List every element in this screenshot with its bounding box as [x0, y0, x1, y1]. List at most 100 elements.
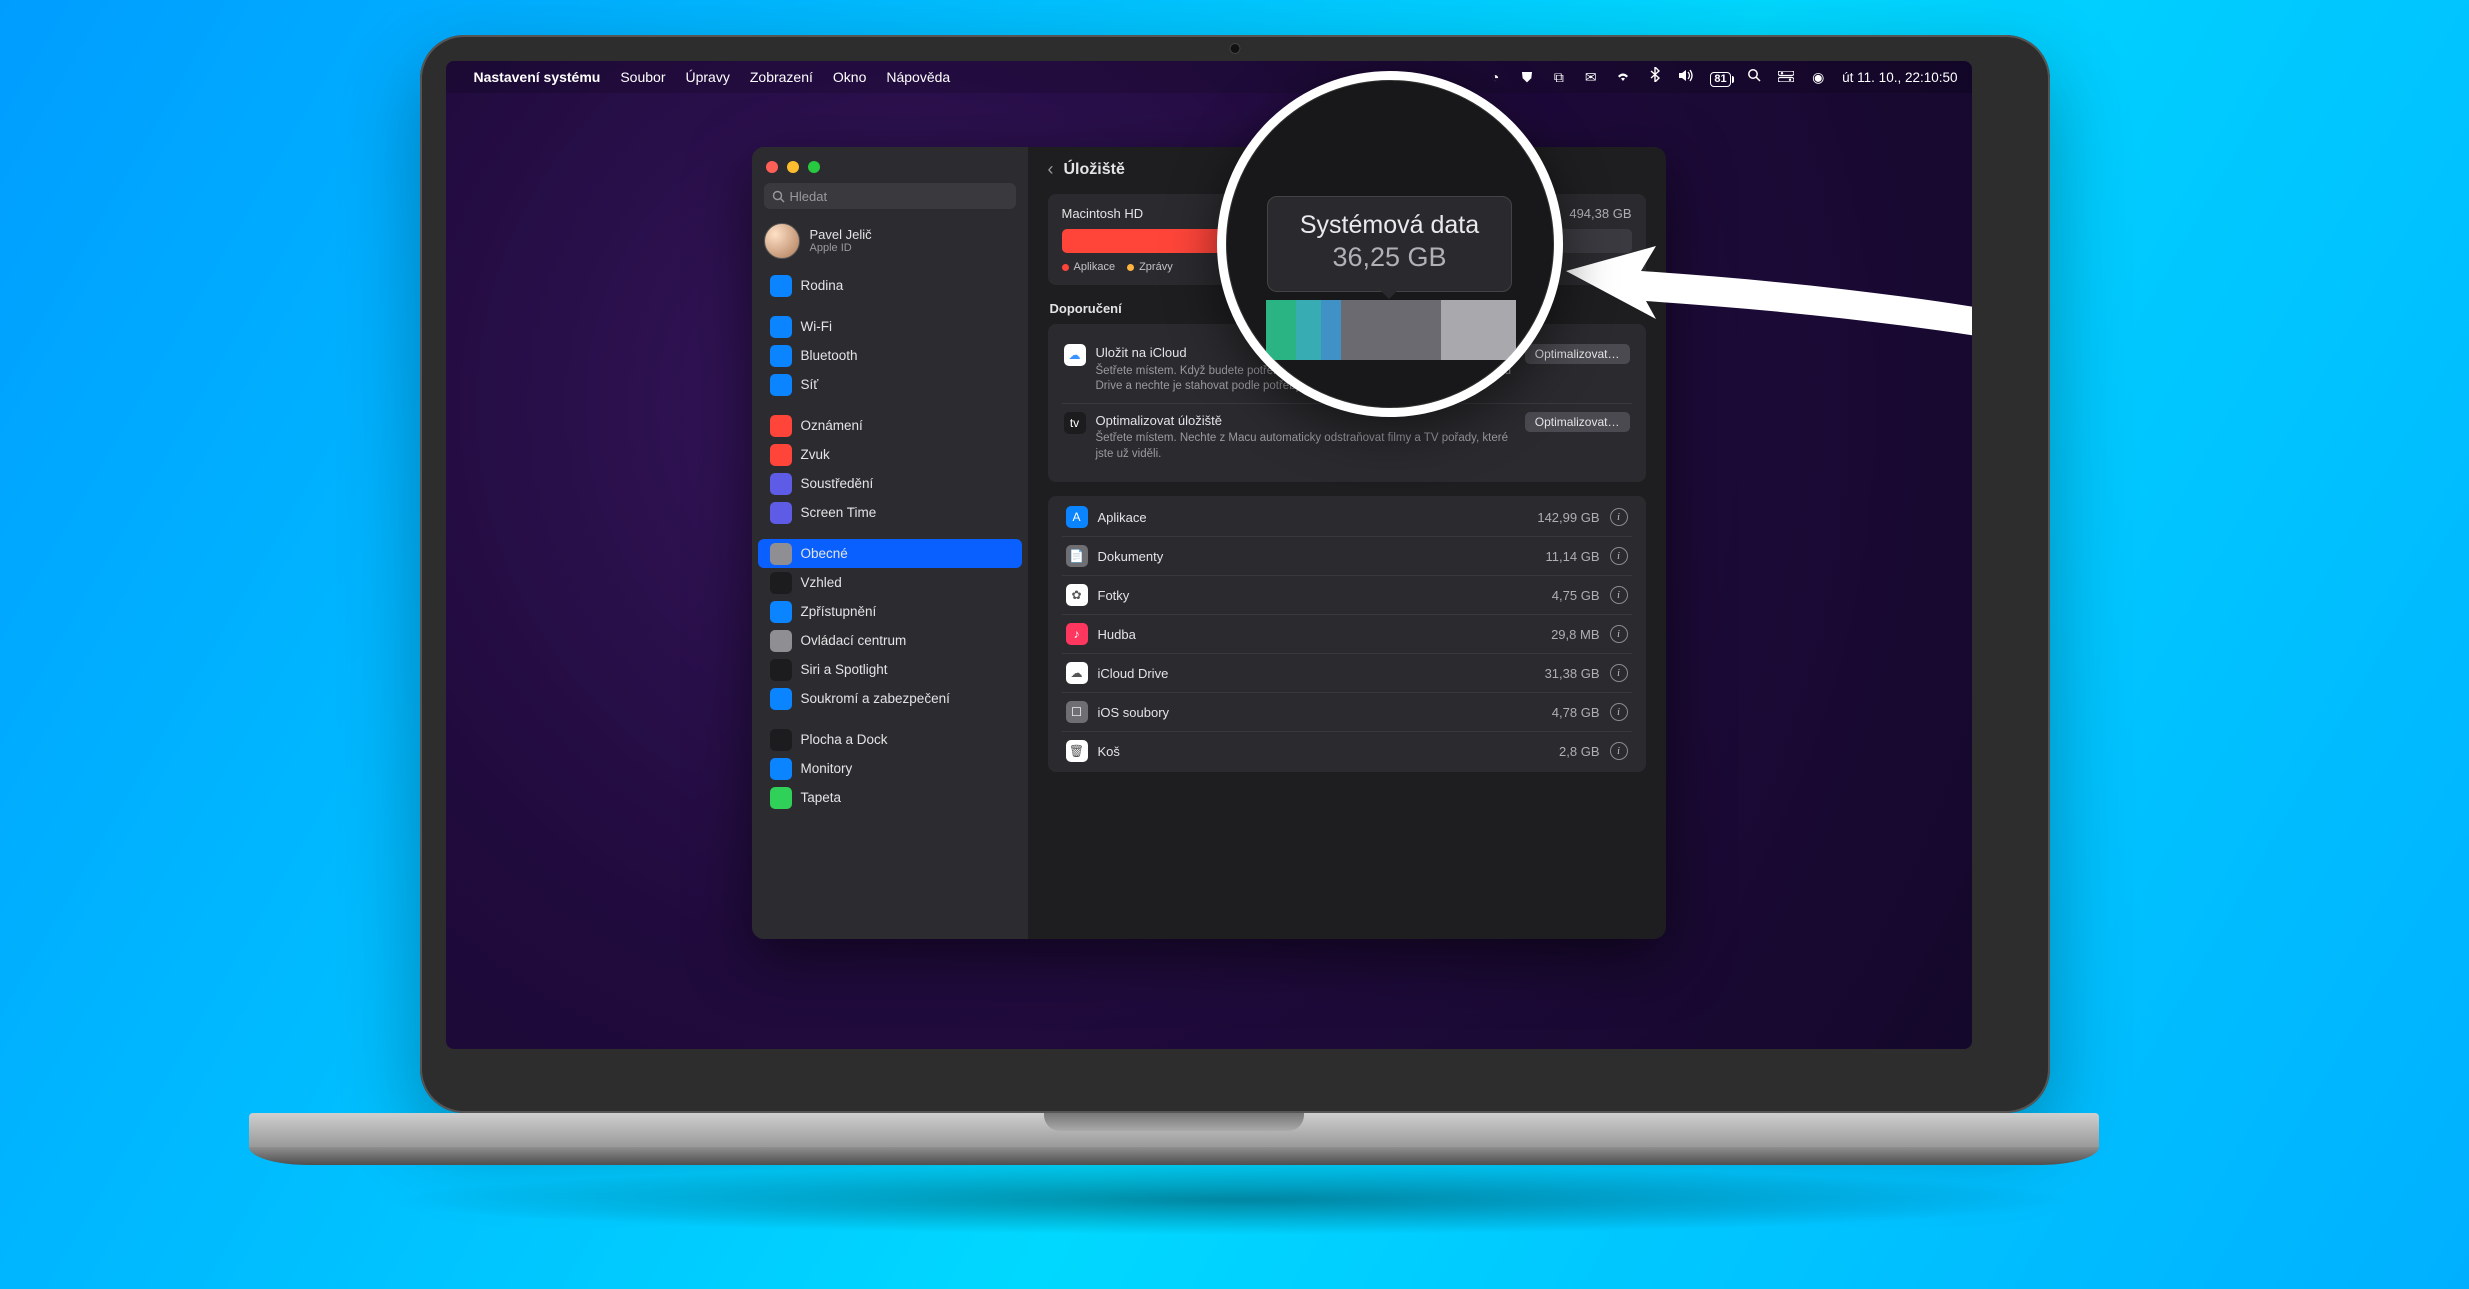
page-title: Úložiště [1064, 161, 1125, 179]
sidebar-item-label: Bluetooth [801, 348, 858, 363]
laptop-base [249, 1113, 2099, 1165]
wifi-icon [770, 316, 792, 338]
sidebar-item-label: Zpřístupnění [801, 604, 877, 619]
info-icon[interactable]: i [1610, 625, 1628, 643]
info-icon[interactable]: i [1610, 586, 1628, 604]
menubar-datetime[interactable]: út 11. 10., 22:10:50 [1842, 70, 1957, 85]
optimize-button[interactable]: Optimalizovat… [1525, 412, 1630, 432]
sidebar-item-label: Tapeta [801, 790, 842, 805]
appearance-icon [770, 572, 792, 594]
menubar-item[interactable]: Nápověda [886, 69, 950, 85]
privacy-icon [770, 688, 792, 710]
info-icon[interactable]: i [1610, 547, 1628, 565]
storage-tooltip: Systémová data 36,25 GB [1267, 196, 1512, 292]
optimize-button[interactable]: Optimalizovat… [1525, 344, 1630, 364]
sidebar-item[interactable]: Obecné [758, 539, 1022, 568]
menubar-app-name[interactable]: Nastavení systému [474, 69, 601, 85]
sidebar-item[interactable]: Monitory [758, 754, 1022, 783]
sidebar-item-label: Síť [801, 377, 819, 392]
sidebar-item[interactable]: Plocha a Dock [758, 725, 1022, 754]
info-icon[interactable]: i [1610, 703, 1628, 721]
back-button[interactable]: ‹ [1048, 159, 1054, 180]
sidebar-item-label: Wi-Fi [801, 319, 832, 334]
category-label: Hudba [1098, 627, 1542, 642]
category-size: 4,78 GB [1552, 705, 1600, 720]
category-size: 31,38 GB [1545, 666, 1600, 681]
sidebar-user[interactable]: Pavel Jelič Apple ID [752, 219, 1028, 271]
category-size: 4,75 GB [1552, 588, 1600, 603]
sidebar-item[interactable]: Bluetooth [758, 341, 1022, 370]
category-label: Fotky [1098, 588, 1542, 603]
storage-category-row[interactable]: ☐iOS soubory4,78 GBi [1062, 692, 1632, 731]
sidebar-list: Rodina Wi-Fi Bluetooth Síť OznámeníZvukSoust… [752, 271, 1028, 939]
sidebar-item[interactable]: Zvuk [758, 440, 1022, 469]
storage-category-row[interactable]: 📄Dokumenty11,14 GBi [1062, 536, 1632, 575]
menubar-volume-icon[interactable] [1678, 68, 1694, 84]
disk-total: 494,38 GB [1569, 206, 1631, 221]
category-label: Dokumenty [1098, 549, 1536, 564]
sidebar-item[interactable]: Vzhled [758, 568, 1022, 597]
storage-categories-panel: AAplikace142,99 GBi📄Dokumenty11,14 GBi✿F… [1048, 496, 1646, 772]
sidebar-item[interactable]: Screen Time [758, 498, 1022, 527]
focus-icon [770, 473, 792, 495]
tooltip-size: 36,25 GB [1300, 242, 1479, 273]
storage-category-row[interactable]: A Aplikace 142,99 GB i [1062, 498, 1632, 536]
sidebar-item[interactable]: Oznámení [758, 411, 1022, 440]
a11y-icon [770, 601, 792, 623]
menubar-battery-icon[interactable]: 81 [1710, 72, 1730, 87]
bluetooth-icon [770, 345, 792, 367]
sidebar-item[interactable]: Soukromí a zabezpečení [758, 684, 1022, 713]
recommendation-row: tvOptimalizovat úložištěŠetřete místem. … [1062, 403, 1632, 471]
menubar-item[interactable]: Soubor [620, 69, 665, 85]
category-label: iOS soubory [1098, 705, 1542, 720]
menubar-wifi-icon[interactable] [1615, 68, 1631, 84]
sidebar-item-label: Screen Time [801, 505, 877, 520]
menubar-extra-icon[interactable]: ⧉ [1551, 70, 1567, 86]
category-size: 142,99 GB [1537, 510, 1599, 525]
storage-category-row[interactable]: ✿ Fotky 4,75 GB i [1062, 575, 1632, 614]
user-subtitle: Apple ID [810, 242, 872, 254]
sidebar-item[interactable]: Siri a Spotlight [758, 655, 1022, 684]
dock-icon [770, 729, 792, 751]
zoom-button[interactable] [808, 161, 820, 173]
sidebar-item[interactable]: Rodina [758, 271, 1022, 300]
menubar-item[interactable]: Zobrazení [750, 69, 813, 85]
info-icon[interactable]: i [1610, 508, 1628, 526]
sidebar-item[interactable]: Soustředění [758, 469, 1022, 498]
minimize-button[interactable] [787, 161, 799, 173]
menubar-siri-icon[interactable]: ◉ [1810, 70, 1826, 86]
storage-category-row[interactable]: ♪Hudba29,8 MBi [1062, 614, 1632, 653]
storage-category-row[interactable]: 🗑Koš2,8 GBi [1062, 731, 1632, 770]
sidebar-item[interactable]: Tapeta [758, 783, 1022, 812]
menubar-item[interactable]: Okno [833, 69, 866, 85]
tooltip-title: Systémová data [1300, 211, 1479, 240]
category-size: 2,8 GB [1559, 744, 1599, 759]
category-label: Aplikace [1098, 510, 1528, 525]
sidebar-item-label: Siri a Spotlight [801, 662, 888, 677]
sidebar-item[interactable]: Zpřístupnění [758, 597, 1022, 626]
menubar-extra-icon[interactable]: ✉ [1583, 70, 1599, 86]
menubar-item[interactable]: Úpravy [686, 69, 730, 85]
bell-icon [770, 415, 792, 437]
category-icon: A [1066, 506, 1088, 528]
sidebar-item-label: Plocha a Dock [801, 732, 888, 747]
laptop-bezel: Nastavení systému Soubor Úpravy Zobrazen… [420, 35, 2050, 1113]
magnified-storage-bar [1266, 300, 1516, 360]
info-icon[interactable]: i [1610, 664, 1628, 682]
category-icon: ✿ [1066, 584, 1088, 606]
menubar-shield-icon[interactable]: ⛊ [1519, 70, 1535, 86]
sidebar-item[interactable]: Wi-Fi [758, 312, 1022, 341]
search-input[interactable]: Hledat [764, 183, 1016, 209]
sidebar-item[interactable]: Ovládací centrum [758, 626, 1022, 655]
laptop-mockup: Nastavení systému Soubor Úpravy Zobrazen… [385, 35, 2085, 1235]
close-button[interactable] [766, 161, 778, 173]
menubar-extra-icon[interactable]: ◔ [1487, 69, 1503, 85]
menubar-spotlight-icon[interactable] [1746, 67, 1762, 83]
category-icon: ♪ [1066, 623, 1088, 645]
menubar-control-center-icon[interactable] [1778, 69, 1794, 85]
sidebar-item[interactable]: Síť [758, 370, 1022, 399]
search-placeholder: Hledat [790, 189, 828, 204]
info-icon[interactable]: i [1610, 742, 1628, 760]
menubar-bluetooth-icon[interactable] [1647, 67, 1663, 83]
storage-category-row[interactable]: ☁iCloud Drive31,38 GBi [1062, 653, 1632, 692]
